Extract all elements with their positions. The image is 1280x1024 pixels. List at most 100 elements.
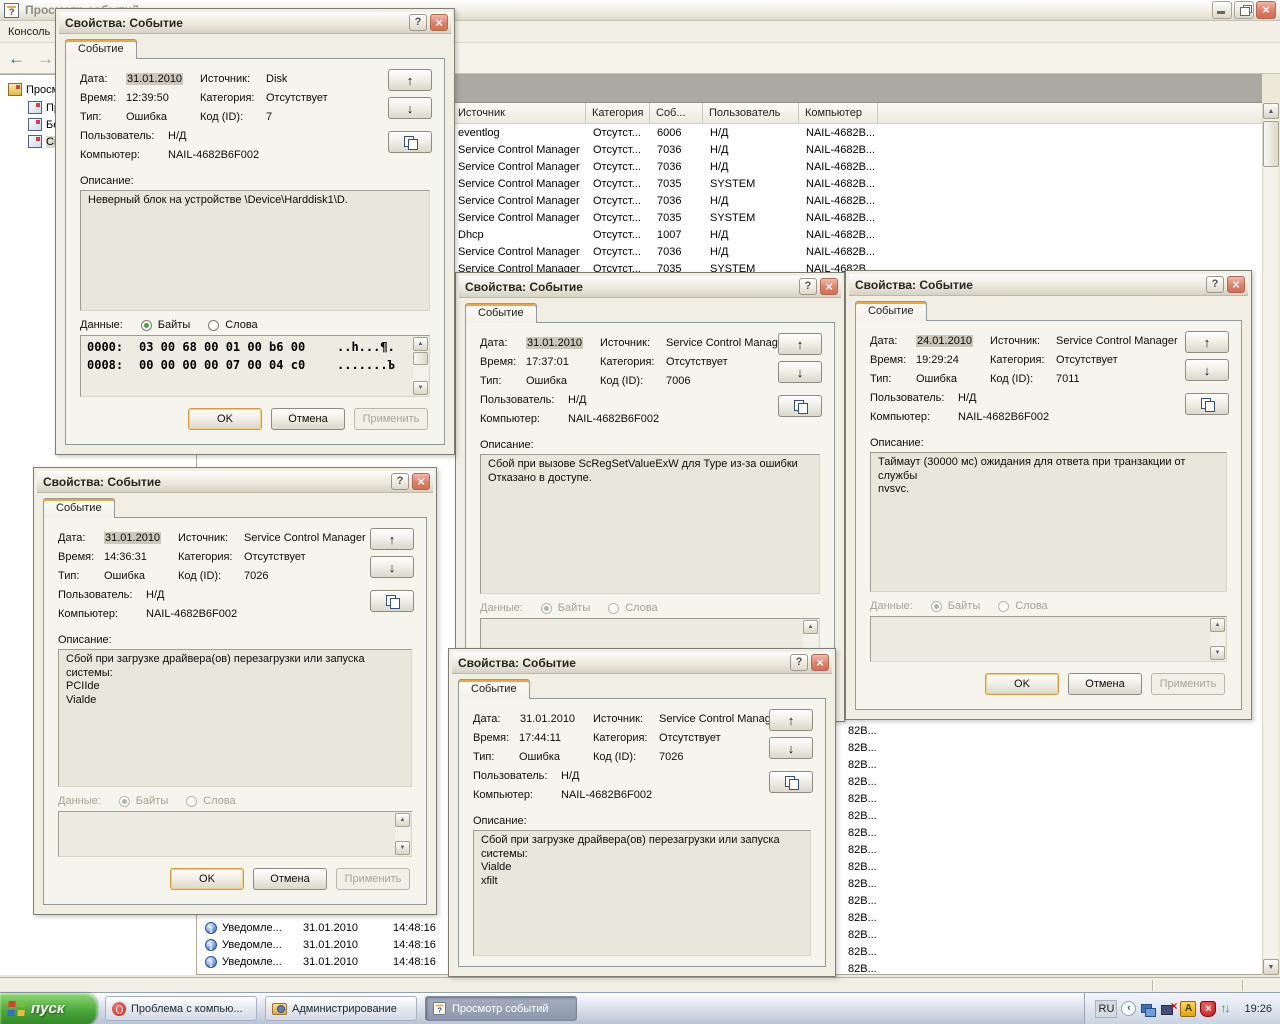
start-button[interactable]: пуск <box>0 993 97 1024</box>
clock[interactable]: 19:26 <box>1244 1003 1272 1015</box>
data-scrollbar[interactable] <box>395 813 410 855</box>
close-button[interactable] <box>430 14 448 31</box>
tab-event[interactable]: Событие <box>855 301 927 321</box>
event-id-value: 7 <box>266 109 272 126</box>
cell-source: Service Control Manager <box>458 244 586 261</box>
words-radio[interactable] <box>998 601 1009 612</box>
source-label: Источник: <box>593 711 659 728</box>
help-button[interactable] <box>1206 276 1224 293</box>
bytes-radio-label: Байты <box>136 795 168 807</box>
previous-event-button[interactable]: ↑ <box>769 709 813 731</box>
bytes-radio[interactable] <box>931 601 942 612</box>
cancel-button[interactable]: Отмена <box>253 868 327 890</box>
language-indicator[interactable]: RU <box>1095 1000 1117 1018</box>
copy-to-clipboard-button[interactable] <box>370 590 414 612</box>
copy-to-clipboard-button[interactable] <box>769 771 813 793</box>
help-button[interactable] <box>409 14 427 31</box>
data-scrollbar[interactable] <box>1210 618 1225 660</box>
user-value: Н/Д <box>561 768 579 785</box>
previous-event-button[interactable]: ↑ <box>388 69 432 91</box>
traffic-icon[interactable] <box>1220 1001 1236 1017</box>
scroll-up-button[interactable] <box>395 813 410 827</box>
menu-console[interactable]: Консоль <box>8 26 50 38</box>
scroll-up-button[interactable] <box>803 620 818 634</box>
help-button[interactable] <box>799 278 817 295</box>
taskbar-button-administration[interactable]: Администрирование <box>265 996 417 1021</box>
bytes-radio[interactable] <box>119 796 130 807</box>
security-alert-icon[interactable] <box>1200 1001 1216 1017</box>
column-header-source[interactable]: Источник <box>452 103 586 124</box>
scroll-down-button[interactable] <box>395 841 410 855</box>
cell-event-id: 7036 <box>657 193 703 210</box>
previous-event-button[interactable]: ↑ <box>778 333 822 355</box>
tab-event[interactable]: Событие <box>43 498 115 518</box>
forward-icon[interactable]: → <box>37 50 54 67</box>
network-disconnected-icon[interactable] <box>1160 1001 1176 1017</box>
scroll-down-button[interactable] <box>413 381 428 395</box>
scroll-down-button[interactable] <box>1210 646 1225 660</box>
scroll-up-button[interactable]: ▲ <box>1263 103 1279 119</box>
collapse-chevron-icon[interactable]: ‹ <box>1121 1001 1136 1016</box>
scroll-up-button[interactable] <box>413 337 428 351</box>
network-icon[interactable] <box>1140 1001 1156 1017</box>
dialog-titlebar[interactable]: Свойства: Событие <box>849 274 1248 296</box>
vertical-scrollbar[interactable]: ▲ ▼ <box>1262 103 1278 975</box>
restore-button[interactable] <box>1234 1 1254 19</box>
scroll-up-button[interactable] <box>1210 618 1225 632</box>
next-event-button[interactable]: ↓ <box>769 737 813 759</box>
taskbar-button-opera[interactable]: Проблема с компью... <box>105 996 257 1021</box>
previous-event-button[interactable]: ↑ <box>370 528 414 550</box>
close-button[interactable] <box>1256 1 1276 19</box>
back-icon[interactable]: ← <box>8 50 25 67</box>
minimize-button[interactable] <box>1212 1 1232 19</box>
scroll-down-button[interactable]: ▼ <box>1263 959 1279 975</box>
copy-to-clipboard-button[interactable] <box>778 395 822 417</box>
next-event-button[interactable]: ↓ <box>1185 359 1229 381</box>
column-header-user[interactable]: Пользователь <box>703 103 799 124</box>
words-radio[interactable] <box>208 320 219 331</box>
tab-event[interactable]: Событие <box>458 679 530 699</box>
data-scrollbar[interactable] <box>413 337 428 395</box>
next-event-button[interactable]: ↓ <box>388 97 432 119</box>
antivirus-icon[interactable] <box>1180 1001 1196 1017</box>
ok-button[interactable]: OK <box>985 673 1059 695</box>
cancel-button[interactable]: Отмена <box>271 408 345 430</box>
copy-to-clipboard-button[interactable] <box>1185 393 1229 415</box>
words-radio[interactable] <box>608 603 619 614</box>
bytes-radio[interactable] <box>141 320 152 331</box>
column-header-computer[interactable]: Компьютер <box>799 103 878 124</box>
copy-to-clipboard-button[interactable] <box>388 131 432 153</box>
words-radio[interactable] <box>186 796 197 807</box>
dialog-titlebar[interactable]: Свойства: Событие <box>59 12 451 34</box>
cancel-button[interactable]: Отмена <box>1068 673 1142 695</box>
bytes-radio[interactable] <box>541 603 552 614</box>
cell-category: Отсутст... <box>593 244 650 261</box>
words-radio-label: Слова <box>1015 600 1047 612</box>
ok-button[interactable]: OK <box>188 408 262 430</box>
help-button[interactable] <box>790 654 808 671</box>
taskbar-button-event-viewer[interactable]: Просмотр событий <box>425 996 577 1021</box>
help-button[interactable] <box>391 473 409 490</box>
dialog-titlebar[interactable]: Свойства: Событие <box>37 471 433 493</box>
column-header-event[interactable]: Соб... <box>650 103 703 124</box>
close-button[interactable] <box>820 278 838 295</box>
next-event-button[interactable]: ↓ <box>778 361 822 383</box>
scroll-thumb[interactable] <box>413 352 428 365</box>
cell-user: Н/Д <box>710 125 798 142</box>
cell-source: Service Control Manager <box>458 142 586 159</box>
close-button[interactable] <box>412 473 430 490</box>
dialog-titlebar[interactable]: Свойства: Событие <box>452 652 832 674</box>
tab-event[interactable]: Событие <box>65 39 137 59</box>
next-event-button[interactable]: ↓ <box>370 556 414 578</box>
tab-event[interactable]: Событие <box>465 303 537 323</box>
scroll-thumb[interactable] <box>1263 121 1279 167</box>
close-button[interactable] <box>1227 276 1245 293</box>
ok-button[interactable]: OK <box>170 868 244 890</box>
cell-event-id: 7035 <box>657 176 703 193</box>
dialog-titlebar[interactable]: Свойства: Событие <box>459 276 841 298</box>
column-header-category[interactable]: Категория <box>586 103 650 124</box>
event-tab-page: ↑ ↓ Дата: 31.01.2010 Источник: Service C… <box>43 517 427 905</box>
close-button[interactable] <box>811 654 829 671</box>
time-label: Время: <box>58 549 104 566</box>
previous-event-button[interactable]: ↑ <box>1185 331 1229 353</box>
